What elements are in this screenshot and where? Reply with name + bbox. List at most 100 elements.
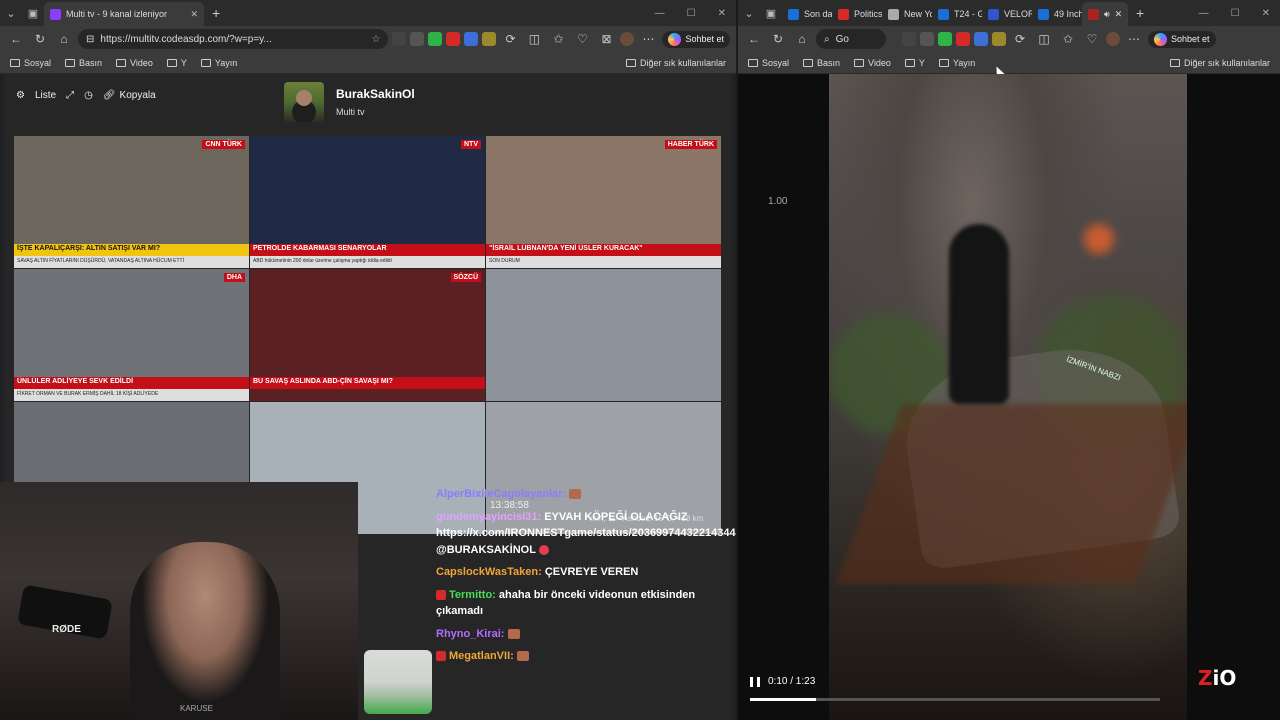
more-menu-icon[interactable]: ⋯ — [638, 32, 658, 46]
home-icon[interactable]: ⌂ — [792, 32, 812, 46]
sohbet-button[interactable]: Sohbet et — [1148, 30, 1216, 48]
bookmark-sosyal[interactable]: Sosyal — [10, 58, 51, 68]
bookmark-label: Basın — [79, 57, 103, 68]
bookmark-y[interactable]: Y — [166, 58, 187, 68]
collections-icon[interactable]: ♡ — [1082, 32, 1102, 46]
other-favorites[interactable]: Diğer sık kullanılanlar — [625, 58, 726, 68]
channel-logo: SÖZCÜ — [450, 273, 481, 282]
url-field[interactable]: ⊟ https://multitv.codeasdp.com/?w=p=y...… — [78, 29, 389, 49]
extension-icon[interactable] — [428, 32, 443, 46]
tab-actions-icon[interactable]: ⌄ — [738, 2, 760, 24]
bookmark-sosyal[interactable]: Sosyal — [748, 58, 789, 68]
heart-icon — [538, 544, 549, 555]
tab-favicon-icon — [1038, 8, 1049, 20]
extension-icon[interactable] — [956, 32, 970, 46]
screenshot-icon[interactable]: ⊠ — [596, 32, 616, 46]
timer-icon[interactable]: ◷ — [84, 90, 93, 101]
favorites-icon[interactable]: ✩ — [548, 32, 568, 46]
tab-strip: ⌄ ▣ Son da Politics New Yo T24 - G VELOR 49 I… — [738, 0, 1280, 26]
tab-item[interactable]: 🔊︎ ✕ — [1082, 2, 1128, 26]
tab-item[interactable]: New Yo — [882, 2, 932, 26]
workspaces-icon[interactable]: ▣ — [22, 2, 44, 24]
tab-item[interactable]: 49 Inch — [1032, 2, 1082, 26]
extension-icon[interactable] — [410, 32, 425, 46]
close-icon[interactable]: ✕ — [182, 9, 198, 20]
maximize-icon[interactable]: ☐ — [1231, 8, 1240, 19]
close-window-icon[interactable]: ✕ — [1262, 8, 1270, 19]
tab-actions-icon[interactable]: ⌄ — [0, 2, 22, 24]
extension-icon[interactable] — [392, 32, 407, 46]
tab-item[interactable]: Son da — [782, 2, 832, 26]
split-screen-icon[interactable]: ◫ — [524, 32, 544, 46]
chat-message: AlperBixileCagolayanlar: — [436, 486, 732, 503]
video-frame[interactable]: İZMİR'İN NABZI — [829, 74, 1187, 720]
pause-icon[interactable] — [750, 676, 760, 687]
extension-icon[interactable] — [902, 32, 916, 46]
site-info-icon[interactable]: ⊟ — [86, 34, 94, 45]
bookmark-video[interactable]: Video — [116, 58, 153, 68]
chat-user: AlperBixileCagolayanlar: — [436, 488, 567, 500]
new-tab-button[interactable]: + — [204, 5, 228, 21]
workspaces-icon[interactable]: ▣ — [760, 2, 782, 24]
collections-icon[interactable]: ♡ — [572, 32, 592, 46]
maximize-icon[interactable]: ☐ — [687, 8, 696, 19]
minimize-icon[interactable]: — — [655, 8, 665, 19]
new-tab-button[interactable]: + — [1128, 5, 1152, 21]
channel-cell[interactable]: PETROLDE KABARMASI SENARYOLAR ABD hükümet… — [250, 136, 485, 268]
extension-icon[interactable] — [938, 32, 952, 46]
bookmark-basin[interactable]: Basın — [803, 58, 840, 68]
search-input[interactable]: ⌕ Go — [816, 29, 886, 49]
audio-icon[interactable]: 🔊︎ — [1104, 9, 1110, 20]
extension-icon[interactable] — [920, 32, 934, 46]
refresh-extension-icon[interactable]: ⟳ — [1010, 32, 1030, 46]
brand-letter: Z — [1198, 666, 1213, 690]
reload-icon[interactable]: ↻ — [30, 32, 50, 46]
bookmark-yayin[interactable]: Yayın — [938, 58, 975, 68]
minimize-icon[interactable]: — — [1199, 8, 1209, 19]
channel-cell[interactable]: ÜNLÜLER ADLİYEYE SEVK EDİLDİ FİKRET ORMAN… — [14, 269, 249, 401]
back-icon[interactable]: ← — [744, 32, 764, 46]
split-screen-icon[interactable]: ◫ — [1034, 32, 1054, 46]
settings-gear-icon[interactable]: ⚙ — [16, 90, 25, 101]
badge-icon — [436, 651, 446, 662]
channel-cell[interactable]: "İSRAİL LÜBNAN'DA YENİ ÜSLER KURACAK" SON… — [486, 136, 721, 268]
folder-icon — [904, 58, 915, 67]
more-menu-icon[interactable]: ⋯ — [1124, 32, 1144, 46]
extension-icon[interactable] — [992, 32, 1006, 46]
copilot-icon — [668, 32, 682, 46]
sohbet-button[interactable]: Sohbet et — [662, 30, 730, 48]
bookmark-y[interactable]: Y — [904, 58, 925, 68]
translate-icon[interactable] — [974, 32, 988, 46]
playback-speed[interactable]: 1.00 — [768, 196, 787, 207]
translate-icon[interactable] — [464, 32, 479, 46]
favorites-icon[interactable]: ✩ — [1058, 32, 1078, 46]
video-player[interactable]: 1.00 İZMİR'İN NABZI 0:10 / 1:23 ZiO — [738, 74, 1280, 720]
tab-multitv[interactable]: Multi tv - 9 kanal izleniyor ✕ — [44, 2, 204, 26]
tab-label: New Yo — [904, 9, 932, 19]
channel-cell[interactable]: İŞTE KAPALIÇARŞI: ALTIN SATIŞI VAR MI? SA… — [14, 136, 249, 268]
tab-item[interactable]: T24 - G — [932, 2, 982, 26]
favorite-star-icon[interactable]: ☆ — [372, 34, 381, 45]
other-favorites[interactable]: Diğer sık kullanılanlar — [1169, 58, 1270, 68]
tab-item[interactable]: VELOR — [982, 2, 1032, 26]
liste-button[interactable]: Liste — [35, 90, 56, 101]
bookmark-video[interactable]: Video — [854, 58, 891, 68]
close-icon[interactable]: ✕ — [1115, 9, 1123, 20]
video-progress-bar[interactable] — [750, 698, 1160, 701]
fullscreen-icon[interactable]: ⤢ — [66, 90, 74, 101]
channel-cell[interactable] — [486, 269, 721, 401]
back-icon[interactable]: ← — [6, 32, 26, 46]
reload-icon[interactable]: ↻ — [768, 32, 788, 46]
extension-icon[interactable] — [482, 32, 497, 46]
refresh-extension-icon[interactable]: ⟳ — [500, 32, 520, 46]
close-window-icon[interactable]: ✕ — [718, 8, 726, 19]
channel-cell[interactable]: BU SAVAŞ ASLINDA ABD-ÇİN SAVAŞI MI? SÖZCÜ — [250, 269, 485, 401]
bookmark-basin[interactable]: Basın — [65, 58, 102, 68]
profile-avatar[interactable] — [620, 32, 635, 46]
tab-item[interactable]: Politics — [832, 2, 882, 26]
kopyala-button[interactable]: 🔗︎ Kopyala — [103, 90, 156, 101]
home-icon[interactable]: ⌂ — [54, 32, 74, 46]
extension-icon[interactable] — [446, 32, 461, 46]
profile-avatar[interactable] — [1106, 32, 1120, 46]
bookmark-yayin[interactable]: Yayın — [200, 58, 237, 68]
